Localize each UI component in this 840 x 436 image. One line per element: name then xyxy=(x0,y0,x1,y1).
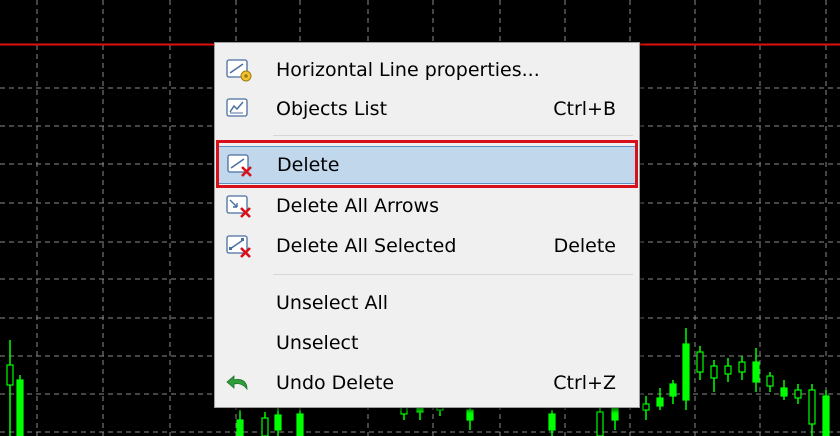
menu-item-shortcut: Ctrl+B xyxy=(553,98,616,120)
menu-item-shortcut: Ctrl+Z xyxy=(553,372,616,394)
highlight-annotation-box xyxy=(216,140,638,188)
candle-body xyxy=(16,379,24,436)
candle-body xyxy=(724,365,732,375)
candle-body xyxy=(261,417,269,436)
menu-separator xyxy=(273,135,633,136)
delete-arrows-icon xyxy=(226,195,251,218)
menu-separator xyxy=(273,274,633,275)
candle-body xyxy=(656,397,664,407)
candle-body xyxy=(808,389,816,425)
menu-item-objects-list[interactable]: Objects List Ctrl+B xyxy=(218,91,636,127)
menu-item-label: Unselect xyxy=(276,332,359,354)
menu-item-label: Unselect All xyxy=(276,292,388,314)
menu-item-label: Delete All Arrows xyxy=(276,195,439,217)
menu-item-label: Delete All Selected xyxy=(276,235,457,257)
menu-item-delete-all-selected[interactable]: Delete All Selected Delete xyxy=(218,228,636,264)
menu-item-undo-delete[interactable]: Undo Delete Ctrl+Z xyxy=(218,365,636,401)
line-properties-icon xyxy=(226,59,252,82)
candle-body xyxy=(794,389,802,399)
menu-item-unselect-all[interactable]: Unselect All xyxy=(218,285,636,321)
menu-item-horizontal-line-properties[interactable]: Horizontal Line properties... xyxy=(218,52,636,88)
undo-icon xyxy=(226,375,248,391)
candle-body xyxy=(822,395,830,436)
candle-body xyxy=(682,343,690,401)
candle-body xyxy=(642,403,650,411)
delete-selected-icon xyxy=(226,235,251,258)
candle-body xyxy=(6,364,14,386)
candle-body xyxy=(738,361,746,373)
candle-body xyxy=(710,365,718,379)
candle-body xyxy=(466,409,474,421)
menu-item-label: Horizontal Line properties... xyxy=(276,59,540,81)
candle-body xyxy=(296,413,304,436)
menu-item-unselect[interactable]: Unselect xyxy=(218,325,636,361)
candle-body xyxy=(611,407,619,421)
menu-item-delete-all-arrows[interactable]: Delete All Arrows xyxy=(218,188,636,224)
candle-body xyxy=(274,414,282,431)
candle-body xyxy=(696,351,704,373)
candle-body xyxy=(548,413,556,431)
menu-item-shortcut: Delete xyxy=(553,235,616,257)
context-menu: Horizontal Line properties... Objects Li… xyxy=(214,42,640,408)
menu-item-label: Undo Delete xyxy=(276,372,395,394)
candle-body xyxy=(669,383,677,397)
menu-item-label: Objects List xyxy=(276,98,388,120)
candle-body xyxy=(236,419,244,436)
objects-list-icon xyxy=(226,98,248,117)
candle-body xyxy=(780,387,788,397)
candle-body xyxy=(766,375,774,387)
candle-body xyxy=(596,411,604,436)
candle-body xyxy=(752,361,760,383)
